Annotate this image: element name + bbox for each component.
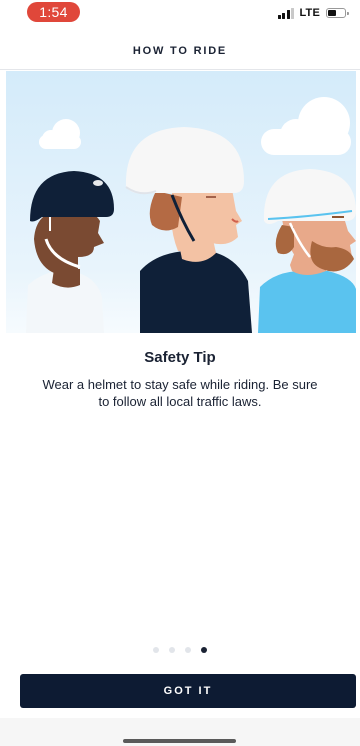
pagination-dot[interactable] [185, 647, 191, 653]
battery-icon [326, 8, 349, 18]
header: HOW TO RIDE [0, 26, 360, 70]
signal-icon [277, 7, 295, 19]
bottom-bar [0, 718, 360, 746]
pagination-dots [0, 647, 360, 653]
tip-body: Wear a helmet to stay safe while riding.… [42, 377, 318, 409]
network-type: LTE [299, 7, 320, 19]
status-bar: 1:54 LTE [0, 0, 360, 26]
pagination-dot[interactable] [169, 647, 175, 653]
pagination-dot[interactable] [153, 647, 159, 653]
pagination-dot[interactable] [201, 647, 207, 653]
status-indicators: LTE [277, 5, 349, 21]
tip-title: Safety Tip [144, 349, 216, 366]
helmet-riders-illustration [6, 71, 356, 333]
page-title: HOW TO RIDE [132, 45, 228, 57]
status-time[interactable]: 1:54 [27, 2, 80, 22]
how-to-ride-screen: 1:54 LTE HOW TO RIDE Safety Tip Wear a h… [0, 0, 360, 746]
got-it-button[interactable]: GOT IT [20, 674, 356, 708]
home-indicator[interactable] [123, 739, 236, 743]
